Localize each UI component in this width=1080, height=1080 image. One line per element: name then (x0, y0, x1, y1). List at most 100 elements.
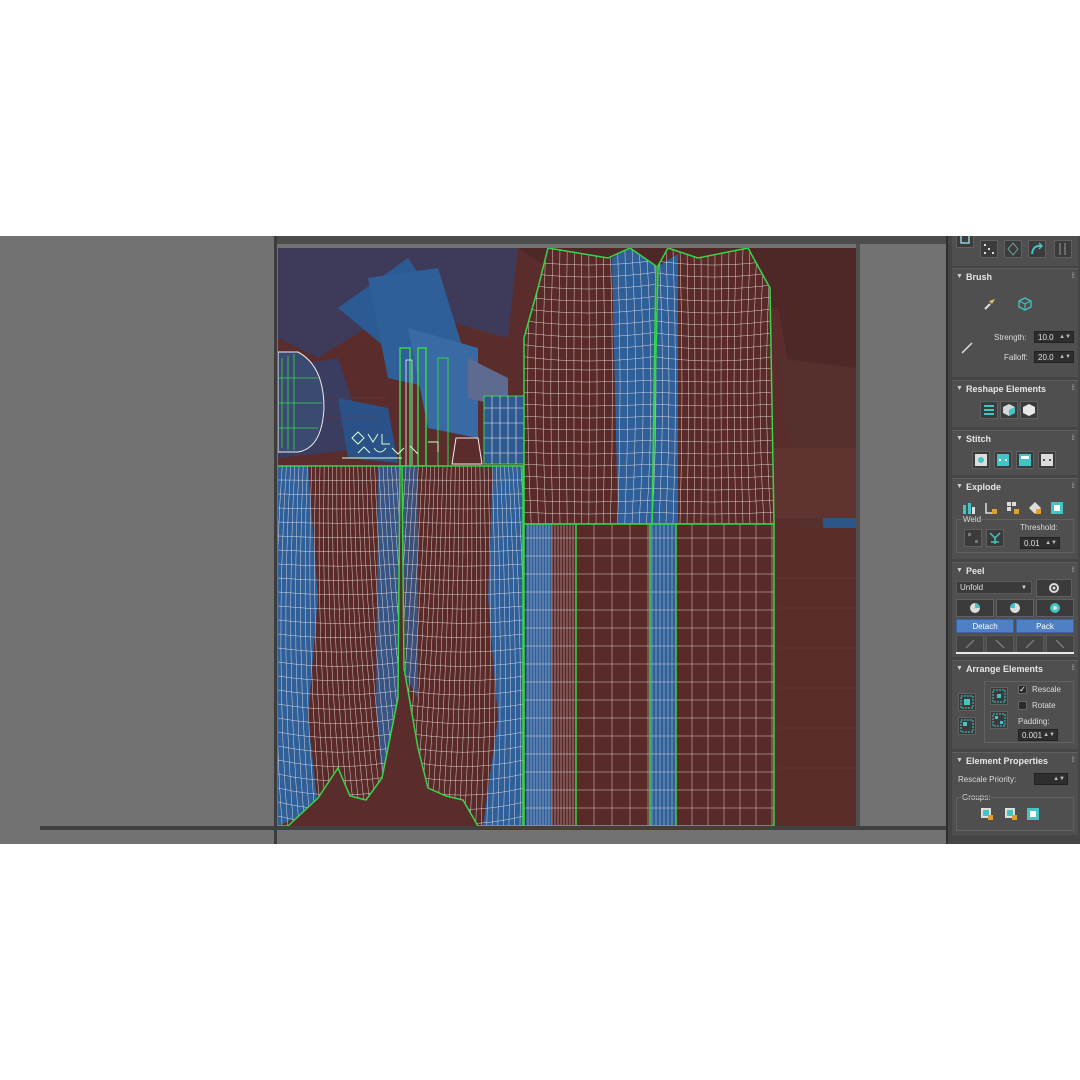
weld-icon[interactable] (986, 529, 1004, 547)
uv-texture-canvas[interactable] (278, 248, 856, 826)
element-properties-rollout: ▼ Element Properties ⁞⁞ Rescale Priority… (952, 752, 1078, 835)
padding-value: 0.001 (1022, 731, 1043, 740)
strength-value: 10.0 (1038, 333, 1054, 342)
peel-mode-dropdown[interactable]: Unfold ▼ (956, 581, 1032, 594)
split-icon[interactable] (1004, 499, 1022, 517)
collapse-triangle-icon: ▼ (956, 567, 963, 574)
stitch-source-icon[interactable] (972, 451, 990, 469)
detach-button[interactable]: Detach (956, 619, 1014, 633)
pack-normalize-icon[interactable] (958, 717, 976, 735)
collapse-triangle-icon: ▼ (956, 665, 963, 672)
grip-icon: ⁞⁞ (1071, 665, 1075, 672)
padding-spinner[interactable]: 0.001 ▲▼ (1018, 729, 1058, 741)
peel-quick-icon[interactable] (1036, 599, 1074, 617)
weld-label: Weld (962, 515, 983, 524)
peel-reset-icon[interactable] (996, 599, 1034, 617)
collapse-triangle-icon: ▼ (956, 483, 963, 490)
stitch-title: Stitch (966, 434, 992, 444)
uv-island-lower-strips (523, 523, 775, 826)
collapse-triangle-icon: ▼ (956, 273, 963, 280)
texture-patch (774, 448, 856, 518)
ungroup-icon[interactable] (1002, 805, 1020, 823)
stitch-custom-icon[interactable] (1038, 451, 1056, 469)
reshape-title: Reshape Elements (966, 384, 1047, 394)
strength-spinner[interactable]: 10.0 ▲▼ (1034, 331, 1074, 343)
uv-viewport[interactable] (0, 236, 946, 844)
relax-cube-icon[interactable] (1016, 295, 1034, 313)
straighten-icon[interactable] (980, 401, 998, 419)
stitch-target-icon[interactable] (1016, 451, 1034, 469)
arrange-title: Arrange Elements (966, 664, 1044, 674)
pin-icon[interactable] (956, 635, 984, 653)
texture-patch (774, 528, 856, 826)
falloff-label: Falloff: (1004, 353, 1028, 362)
unpin-edges-icon[interactable] (1046, 635, 1074, 653)
stitch-rollout-header[interactable]: ▼ Stitch ⁞⁞ (952, 431, 1078, 447)
strength-label: Strength: (994, 333, 1027, 342)
explode-title: Explode (966, 482, 1002, 492)
uv-editor-window: ▼ Brush ⁞⁞ Strength: 10.0 ▲▼ Falloff: 20.… (0, 236, 1080, 844)
command-panel: ▼ Brush ⁞⁞ Strength: 10.0 ▲▼ Falloff: 20.… (946, 236, 1080, 844)
reshape-rollout-header[interactable]: ▼ Reshape Elements ⁞⁞ (952, 381, 1078, 397)
pack-together-icon[interactable] (990, 687, 1008, 705)
line-brush-icon[interactable] (958, 339, 976, 357)
grid-toggle-icon[interactable] (1054, 240, 1072, 258)
flatten-icon[interactable] (982, 499, 1000, 517)
grip-icon: ⁞⁞ (1071, 567, 1075, 574)
rotate-checkbox[interactable] (1018, 701, 1027, 710)
spinner-arrows-icon: ▲▼ (1059, 334, 1071, 340)
element-properties-header[interactable]: ▼ Element Properties ⁞⁞ (952, 753, 1078, 769)
viewport-left-edge (274, 236, 277, 844)
pin-edges-icon[interactable] (1016, 635, 1044, 653)
checker-icon[interactable] (1026, 499, 1044, 517)
peel-progress-bar (956, 652, 1074, 654)
viewport-top-bar (276, 236, 946, 244)
redirect-arrow-icon[interactable] (1028, 240, 1046, 258)
peel-rollout-header[interactable]: ▼ Peel ⁞⁞ (952, 563, 1078, 579)
unpin-icon[interactable] (986, 635, 1014, 653)
pack-custom-icon[interactable] (990, 711, 1008, 729)
grip-icon: ⁞⁞ (1071, 385, 1075, 392)
explode-rollout-header[interactable]: ▼ Explode ⁞⁞ (952, 479, 1078, 495)
rescale-priority-spinner[interactable]: ▲▼ (1034, 773, 1068, 785)
relax-polygon-icon[interactable] (1020, 401, 1038, 419)
collapse-triangle-icon: ▼ (956, 757, 963, 764)
weld-selected-icon[interactable] (964, 529, 982, 547)
grip-icon: ⁞⁞ (1071, 483, 1075, 490)
chevron-down-icon: ▼ (1021, 585, 1027, 591)
select-icon[interactable] (956, 236, 974, 248)
rescale-priority-label: Rescale Priority: (958, 775, 1017, 784)
stitch-rollout: ▼ Stitch ⁞⁞ (952, 430, 1078, 475)
stitch-icon[interactable] (994, 451, 1012, 469)
threshold-spinner[interactable]: 0.01 ▲▼ (1020, 537, 1060, 549)
arrange-rollout-header[interactable]: ▼ Arrange Elements ⁞⁞ (952, 661, 1078, 677)
paint-brush-icon[interactable] (980, 295, 998, 313)
settings-gear-icon[interactable] (1036, 579, 1072, 597)
threshold-value: 0.01 (1024, 539, 1040, 548)
uv-island-upper-left (523, 248, 657, 525)
brush-rollout-header[interactable]: ▼ Brush ⁞⁞ (952, 269, 1078, 285)
relax-element-icon[interactable] (1000, 401, 1018, 419)
break-icon[interactable] (1048, 499, 1066, 517)
peel-icon[interactable] (956, 599, 994, 617)
select-group-icon[interactable] (1024, 805, 1042, 823)
rescale-label: Rescale (1032, 685, 1061, 694)
padding-label: Padding: (1018, 717, 1050, 726)
brush-title: Brush (966, 272, 993, 282)
spinner-arrows-icon: ▲▼ (1059, 354, 1071, 360)
viewport-bottom-edge (40, 826, 946, 830)
top-toolbar (952, 236, 1078, 266)
spinner-arrows-icon: ▲▼ (1045, 540, 1057, 546)
move-vertices-icon[interactable] (980, 240, 998, 258)
falloff-spinner[interactable]: 20.0 ▲▼ (1034, 351, 1074, 363)
rescale-checkbox[interactable]: ✓ (1018, 685, 1027, 694)
group-icon[interactable] (978, 805, 996, 823)
element-properties-title: Element Properties (966, 756, 1049, 766)
grip-icon: ⁞⁞ (1071, 757, 1075, 764)
spinner-arrows-icon: ▲▼ (1043, 732, 1055, 738)
viewport-right-edge (856, 244, 860, 828)
transform-icon[interactable] (1004, 240, 1022, 258)
collapse-triangle-icon: ▼ (956, 435, 963, 442)
pack-icon[interactable] (958, 693, 976, 711)
pack-button[interactable]: Pack (1016, 619, 1074, 633)
